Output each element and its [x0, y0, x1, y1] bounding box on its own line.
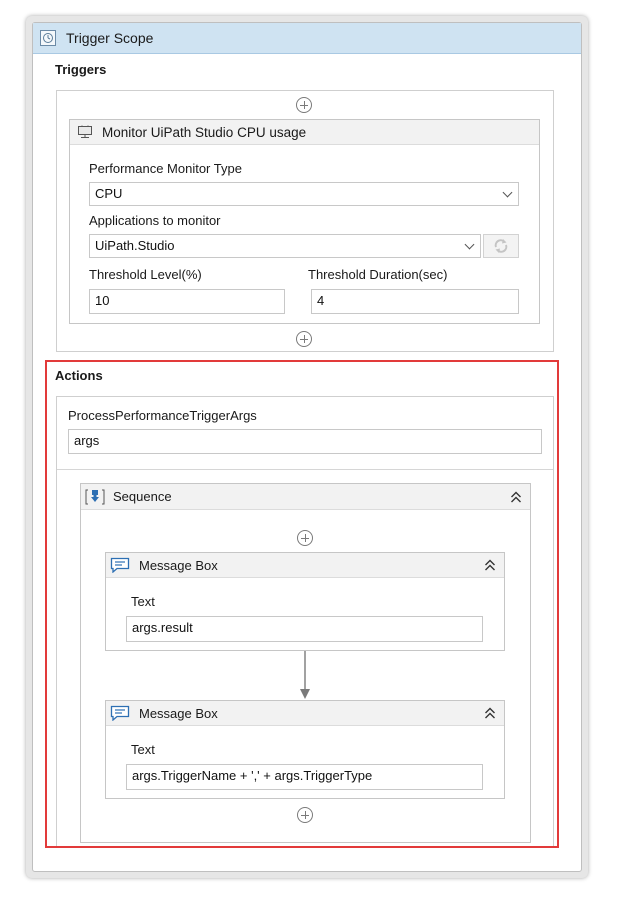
- message-bubble-icon: [110, 557, 130, 573]
- performance-monitor-type-value: CPU: [95, 186, 123, 201]
- applications-select[interactable]: UiPath.Studio: [89, 234, 481, 258]
- threshold-level-label: Threshold Level(%): [89, 267, 202, 282]
- threshold-level-input[interactable]: 10: [89, 289, 285, 314]
- args-type-label: ProcessPerformanceTriggerArgs: [68, 408, 257, 423]
- performance-monitor-type-select[interactable]: CPU: [89, 182, 519, 206]
- message-box-title-2: Message Box: [139, 705, 218, 721]
- performance-monitor-type-label: Performance Monitor Type: [89, 161, 242, 176]
- message-box-text-label-1: Text: [131, 594, 155, 609]
- collapse-icon[interactable]: [484, 707, 496, 719]
- refresh-applications-button[interactable]: [483, 234, 519, 258]
- monitor-icon: [77, 125, 93, 139]
- sequence-icon: [85, 489, 105, 505]
- actions-divider: [57, 469, 553, 470]
- add-trigger-top-icon[interactable]: [296, 97, 312, 113]
- message-box-text-input-1[interactable]: args.result: [126, 616, 483, 642]
- applications-value: UiPath.Studio: [95, 238, 175, 253]
- message-box-title-1: Message Box: [139, 557, 218, 573]
- add-activity-bottom-icon[interactable]: [297, 807, 313, 823]
- sequence-connector-arrow: [300, 651, 310, 699]
- chevron-down-icon: [502, 187, 513, 198]
- trigger-scope-header[interactable]: Trigger Scope: [33, 23, 581, 54]
- actions-label: Actions: [55, 368, 103, 383]
- applications-label: Applications to monitor: [89, 213, 221, 228]
- refresh-icon: [494, 239, 508, 253]
- collapse-icon[interactable]: [510, 491, 522, 503]
- clock-icon: [40, 30, 56, 46]
- collapse-icon[interactable]: [484, 559, 496, 571]
- threshold-duration-input[interactable]: 4: [311, 289, 519, 314]
- monitor-activity-header[interactable]: Monitor UiPath Studio CPU usage: [70, 120, 539, 145]
- sequence-title: Sequence: [113, 489, 172, 504]
- message-box-header-1[interactable]: Message Box: [106, 553, 504, 578]
- add-activity-top-icon[interactable]: [297, 530, 313, 546]
- message-box-header-2[interactable]: Message Box: [106, 701, 504, 726]
- sequence-header[interactable]: Sequence: [81, 484, 530, 510]
- message-bubble-icon: [110, 705, 130, 721]
- add-trigger-bottom-icon[interactable]: [296, 331, 312, 347]
- chevron-down-icon: [464, 239, 475, 250]
- trigger-scope-title: Trigger Scope: [66, 30, 154, 46]
- monitor-activity-title: Monitor UiPath Studio CPU usage: [102, 124, 307, 140]
- threshold-duration-label: Threshold Duration(sec): [308, 267, 448, 282]
- args-name-input[interactable]: args: [68, 429, 542, 454]
- message-box-text-input-2[interactable]: args.TriggerName + ',' + args.TriggerTyp…: [126, 764, 483, 790]
- message-box-text-label-2: Text: [131, 742, 155, 757]
- triggers-label: Triggers: [55, 62, 107, 77]
